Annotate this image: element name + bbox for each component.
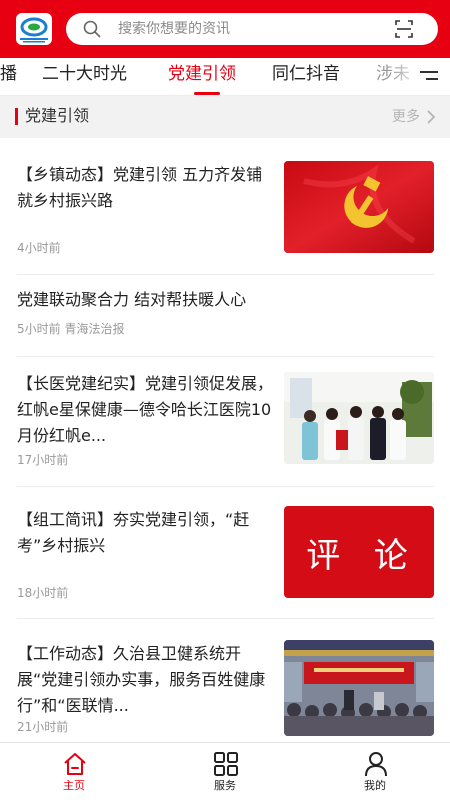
logo-icon (20, 17, 48, 43)
list-item[interactable]: 【长医党建纪实】党建引领促发展，红帆e星保健康—德令哈长江医院10月份红帆e..… (0, 357, 450, 487)
search-icon (83, 20, 101, 38)
list-item[interactable]: 【乡镇动态】党建引领 五力齐发铺就乡村振兴路 4小时前 (0, 138, 450, 274)
section-title: 党建引领 (25, 106, 90, 125)
more-link[interactable]: 更多 (392, 107, 420, 127)
nav-services[interactable]: 服务 (175, 743, 275, 800)
app-logo[interactable] (16, 13, 52, 45)
article-title[interactable]: 【工作动态】久治县卫健系统开展“党建引领办实事，服务百姓健康行”和“医联情... (17, 641, 273, 719)
active-tab-indicator (194, 92, 220, 95)
tab-twentieth-congress[interactable]: 二十大时光 (42, 62, 127, 86)
channel-tabs: 播 二十大时光 党建引领 同仁抖音 涉未 (0, 58, 450, 96)
top-header: 搜索你想要的资讯 (0, 0, 450, 58)
comment-image-text: 评 论 (306, 535, 412, 576)
photo-icon (284, 372, 434, 464)
nav-profile-label: 我的 (364, 779, 386, 792)
user-icon (365, 752, 387, 777)
article-title[interactable]: 【长医党建纪实】党建引领促发展，红帆e星保健康—德令哈长江医院10月份红帆e..… (17, 371, 273, 449)
list-item[interactable]: 党建联动聚合力 结对帮扶暖人心 5小时前 青海法治报 (0, 275, 450, 357)
nav-profile[interactable]: 我的 (325, 743, 425, 800)
tab-party-building[interactable]: 党建引领 (168, 62, 236, 86)
party-flag-image[interactable] (284, 161, 434, 253)
scan-icon[interactable] (394, 19, 414, 39)
hospital-staff-image[interactable] (284, 372, 434, 464)
search-bar[interactable]: 搜索你想要的资讯 (66, 13, 438, 45)
tab-broadcast[interactable]: 播 (0, 62, 17, 86)
article-meta: 18小时前 (17, 586, 69, 600)
nav-services-label: 服务 (214, 779, 236, 792)
meeting-hall-image[interactable] (284, 640, 434, 736)
menu-icon[interactable] (420, 69, 438, 83)
bottom-navigation: 主页 服务 我的 (0, 742, 450, 800)
photo-icon (284, 640, 434, 736)
tab-tongren-douyin[interactable]: 同仁抖音 (272, 62, 340, 86)
comment-image[interactable]: 评 论 (284, 506, 434, 598)
search-placeholder[interactable]: 搜索你想要的资讯 (118, 19, 230, 39)
section-accent-bar (15, 108, 18, 125)
article-meta: 17小时前 (17, 453, 69, 467)
list-item[interactable]: 【工作动态】久治县卫健系统开展“党建引领办实事，服务百姓健康行”和“医联情...… (0, 619, 450, 741)
article-title[interactable]: 党建联动聚合力 结对帮扶暖人心 (17, 287, 437, 313)
article-title[interactable]: 【乡镇动态】党建引领 五力齐发铺就乡村振兴路 (17, 162, 273, 214)
nav-home-label: 主页 (63, 779, 85, 792)
grid-icon (214, 752, 238, 776)
nav-home[interactable]: 主页 (24, 743, 124, 800)
home-icon (64, 753, 86, 775)
chevron-right-icon[interactable] (426, 110, 436, 124)
article-meta: 5小时前 青海法治报 (17, 322, 125, 336)
party-emblem-icon (284, 161, 434, 253)
article-meta: 4小时前 (17, 241, 61, 255)
section-header: 党建引领 更多 (0, 96, 450, 138)
article-title[interactable]: 【组工简讯】夯实党建引领，“赶考”乡村振兴 (17, 507, 273, 559)
article-meta: 21小时前 (17, 720, 69, 734)
list-item[interactable]: 【组工简讯】夯实党建引领，“赶考”乡村振兴 18小时前 评 论 (0, 487, 450, 619)
